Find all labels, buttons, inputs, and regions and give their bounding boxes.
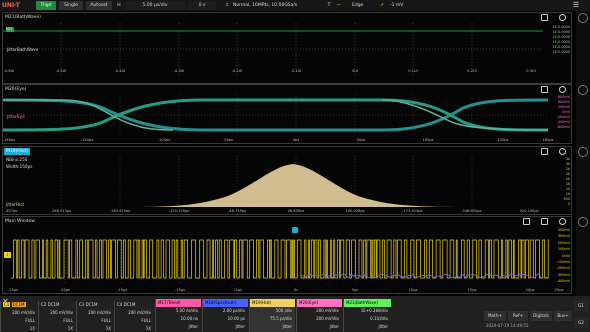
y-axis-labels: 3k 3k 2k 2k 2k 1k 1k 1k 500 0: [563, 157, 570, 206]
maximize-icon[interactable]: [541, 86, 548, 93]
settings-icon[interactable]: [559, 218, 566, 225]
single-button[interactable]: Single: [59, 1, 83, 10]
ref-add-button[interactable]: Ref+: [508, 311, 528, 321]
eye-diagram: [3, 94, 548, 136]
logo: UNI-T: [2, 2, 20, 9]
trigger-level[interactable]: -1 mV: [390, 1, 412, 10]
trend-trace: [300, 273, 548, 279]
panel-tag: JitterHist: [6, 202, 25, 207]
bus-add-button[interactable]: Bus+: [554, 311, 572, 321]
panel-tag: JitterEye: [7, 114, 25, 119]
restore-icon[interactable]: [541, 218, 548, 225]
settings-icon[interactable]: [559, 14, 566, 21]
channel-c2[interactable]: C2 DC1M 200 mV/div FULL 1X: [38, 301, 76, 332]
right-sidebar: [576, 11, 590, 301]
channel-c3[interactable]: C3 DC1M 200 mV/div FULL 1X: [76, 301, 114, 332]
eye-panel[interactable]: M20(Eye) JitterEye -160ps -150ps -100ps -50…: [2, 84, 572, 144]
math-m21[interactable]: M21(BathWave) 1E+0.288/div 0.1UI/div Jitte…: [343, 299, 391, 332]
y-axis-labels: 600mV 400mV 200mV 0mV -200mV -400mV -600mV: [556, 95, 570, 129]
channel-c4[interactable]: C4 DC1M 200 mV/div FULL 1X: [114, 301, 154, 332]
bathwave-plot: [3, 23, 543, 75]
panel-title: M21(BathWave): [5, 15, 41, 20]
trigger-label: T: [327, 3, 331, 8]
sidebar-settings-icon[interactable]: [578, 85, 588, 95]
channel1-marker[interactable]: 1: [4, 252, 11, 258]
main-window-panel[interactable]: Main Window 1 -25μs -20μs -15μs -10μs -5μs 0s…: [2, 216, 572, 294]
y-axis-labels: 400mV 300mV 200mV 100mV 0mV -100mV -200mV -300m…: [556, 228, 570, 284]
math-m19[interactable]: M19(Hist) 500 /div 75.5 ps/div Jitter: [249, 299, 295, 332]
y-axis-labels: 1E-0.0000 1E-0.0000 1E-0.0000 1E-0.0000 1E-0…: [552, 25, 570, 54]
settings-icon[interactable]: [559, 86, 566, 93]
trigger-status-badge: Trigd: [36, 1, 56, 10]
math-m20[interactable]: M20(Eye) 200 mV/div 200 mV/div Jitter: [296, 299, 342, 332]
acquire-icon: ⎍: [225, 3, 229, 8]
histogram-panel[interactable]: M19(Hist) NBins:250 Width:150ps JitterHi…: [2, 146, 572, 215]
trigger-edge-icon: ↗: [380, 3, 384, 8]
sidebar-settings-icon[interactable]: [578, 147, 588, 157]
histogram-distribution: [133, 164, 463, 207]
trigger-type[interactable]: Edge: [352, 1, 376, 10]
timebase-display[interactable]: 5.00 μs/div: [125, 1, 185, 10]
g1-button[interactable]: G1: [574, 301, 588, 311]
trigger-source-icon: ⌐: [337, 3, 341, 8]
settings-icon[interactable]: [559, 148, 566, 155]
channel-c1[interactable]: C1 DC1M 200 mV/div FULL 1X: [0, 301, 38, 332]
channel1-trace: [11, 239, 549, 279]
math-m18[interactable]: M18(Spectrum) 2.00 ps/div 10.00 ps Jitter: [202, 299, 248, 332]
histogram-plot: [60, 156, 473, 207]
maximize-icon[interactable]: [541, 148, 548, 155]
maximize-icon[interactable]: [541, 14, 548, 21]
bathwave-panel[interactable]: M21(BathWave) M21 JitterBathWave -0.6UI -…: [2, 12, 572, 84]
horizontal-label: H: [117, 3, 121, 8]
bottom-channel-bar: ✕ C1 DC1M 200 mV/divFULL1X C2 DC1M 200 m…: [0, 296, 590, 332]
panel-title: M19(Hist): [4, 148, 30, 155]
panel-tag: JitterBathWave: [7, 47, 39, 52]
autoset-button[interactable]: Autoset: [86, 1, 112, 10]
digitals-button[interactable]: Digitals: [530, 311, 552, 321]
top-toolbar: UNI-T Trigd Single Autoset H 5.00 μs/div…: [0, 0, 590, 11]
datetime: 2024-07-19 14:49:55: [486, 323, 529, 328]
more-menu-icon[interactable]: ☰: [566, 1, 586, 10]
trigger-position-marker[interactable]: [292, 227, 298, 233]
delay-display[interactable]: 0 s: [188, 1, 216, 10]
math-m17[interactable]: M17(Trend) 5.00 ns/div 10.00 ns Jitter: [155, 299, 201, 332]
panel-title: Main Window: [5, 219, 35, 224]
acquisition-mode[interactable]: Normal, 10MPts, 10.00GSa/s: [233, 1, 311, 10]
maximize-icon[interactable]: [523, 218, 530, 225]
sidebar-settings-icon[interactable]: [578, 13, 588, 23]
main-waveform: [11, 234, 549, 284]
panel-title: M20(Eye): [5, 87, 27, 92]
sidebar-settings-icon[interactable]: [578, 217, 588, 227]
g2-button[interactable]: G2: [574, 318, 588, 328]
math-add-button[interactable]: Math+: [484, 311, 506, 321]
